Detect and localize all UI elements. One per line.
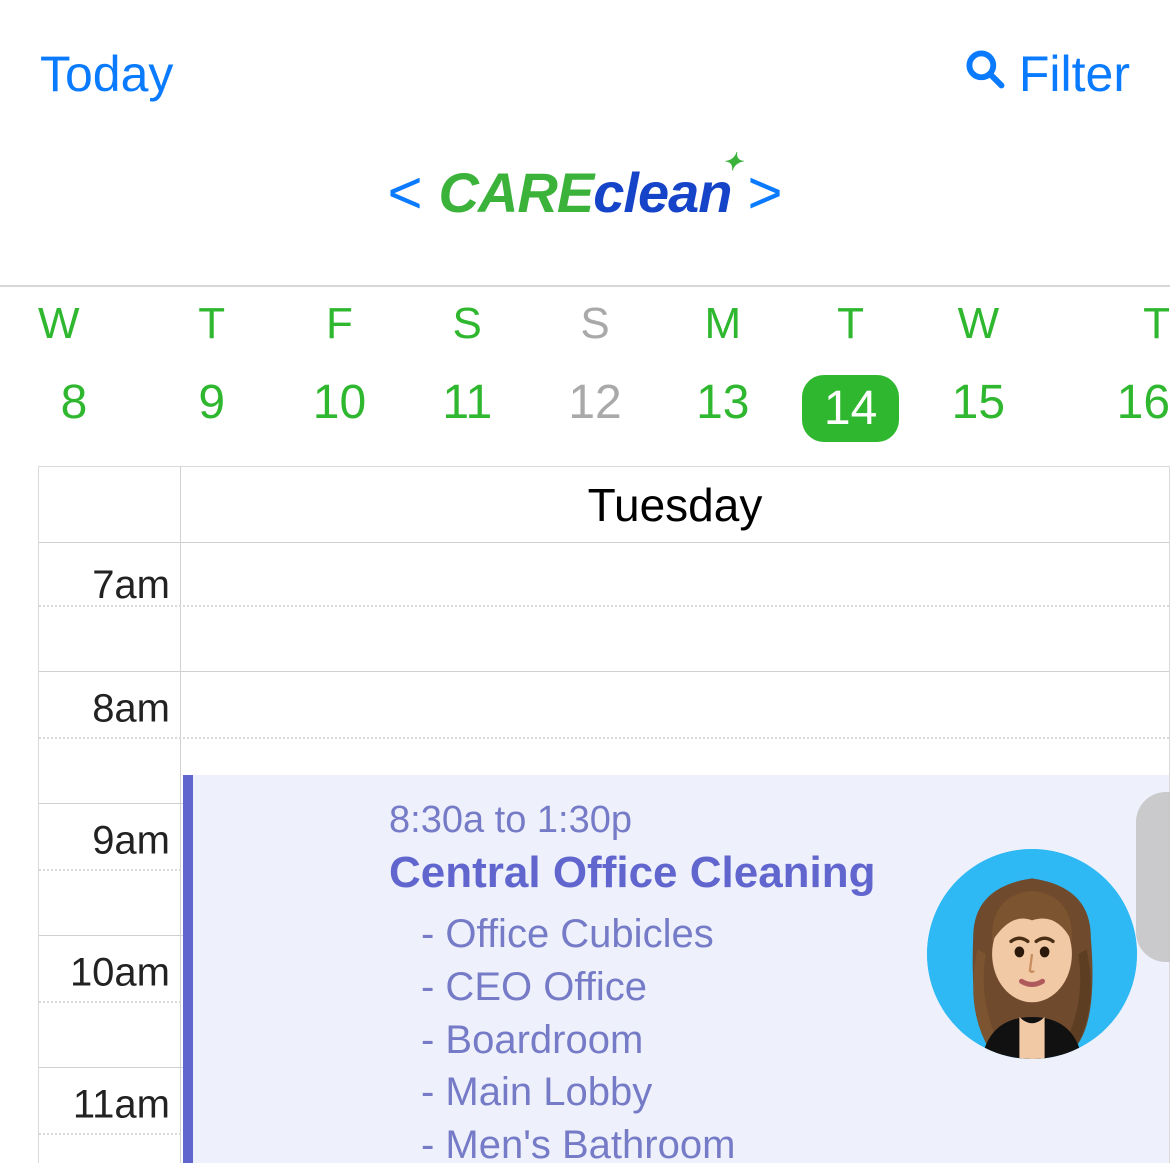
week-day-dow: W: [20, 299, 80, 349]
week-day-dow: W: [958, 299, 1000, 349]
brand-part2: clean: [593, 160, 731, 225]
week-day-dow: M: [704, 299, 741, 349]
today-button[interactable]: Today: [40, 45, 173, 103]
schedule-event-card[interactable]: 8:30a to 1:30p Central Office Cleaning -…: [183, 775, 1170, 1163]
week-day-number: 16: [1117, 375, 1170, 430]
week-day-9[interactable]: T9: [148, 299, 276, 442]
week-day-dow: T: [1143, 299, 1170, 349]
half-hour-line: [39, 605, 1169, 607]
week-day-13[interactable]: M 13: [659, 299, 787, 442]
side-drawer-handle[interactable]: [1136, 792, 1170, 962]
week-day-number: 10: [303, 375, 375, 430]
week-day-number: 9: [176, 375, 248, 430]
week-day-11[interactable]: S 11: [403, 299, 531, 442]
filter-label: Filter: [1019, 45, 1130, 103]
brand-nav-row: < CAREclean ✦ >: [0, 120, 1170, 285]
week-day-number: 13: [687, 375, 759, 430]
event-time-range: 8:30a to 1:30p: [389, 799, 1167, 842]
assignee-avatar[interactable]: [927, 849, 1137, 1059]
week-day-16[interactable]: T 16: [1042, 299, 1170, 442]
week-day-dow: F: [326, 299, 353, 349]
brand-part1: CARE: [439, 160, 594, 225]
week-day-number: 14: [802, 375, 899, 442]
week-day-number: 12: [559, 375, 631, 430]
week-day-8[interactable]: W8: [0, 299, 148, 442]
week-day-dow: T: [837, 299, 864, 349]
week-day-15[interactable]: W 15: [914, 299, 1042, 442]
search-icon: [963, 45, 1007, 103]
week-day-10[interactable]: F 10: [276, 299, 404, 442]
day-schedule: Tuesday 7am 8am 9am 10am 11am 8:30a to 1…: [38, 466, 1170, 1163]
next-logo-chevron-icon[interactable]: >: [739, 163, 790, 223]
time-gutter-header: [39, 467, 181, 542]
week-day-strip: W8T9F10S11S12M13T14W15T16: [0, 287, 1170, 466]
week-day-number: 15: [942, 375, 1014, 430]
filter-button[interactable]: Filter: [963, 45, 1130, 103]
event-subtask: - Men's Bathroom: [389, 1119, 1167, 1163]
week-day-dow: T: [198, 299, 225, 349]
week-day-number: 11: [431, 375, 503, 430]
time-label-7am: 7am: [38, 563, 170, 608]
prev-logo-chevron-icon[interactable]: <: [380, 163, 431, 223]
half-hour-line: [39, 737, 1169, 739]
week-day-14[interactable]: T 14: [787, 299, 915, 442]
sparkle-icon: ✦: [722, 148, 741, 177]
week-day-number: 8: [38, 375, 110, 430]
selected-day-label: Tuesday: [181, 467, 1169, 542]
week-day-dow: S: [580, 299, 609, 349]
event-subtask: - Main Lobby: [389, 1066, 1167, 1119]
week-day-dow: S: [453, 299, 482, 349]
app-logo: CAREclean ✦: [439, 160, 732, 225]
week-day-12[interactable]: S 12: [531, 299, 659, 442]
